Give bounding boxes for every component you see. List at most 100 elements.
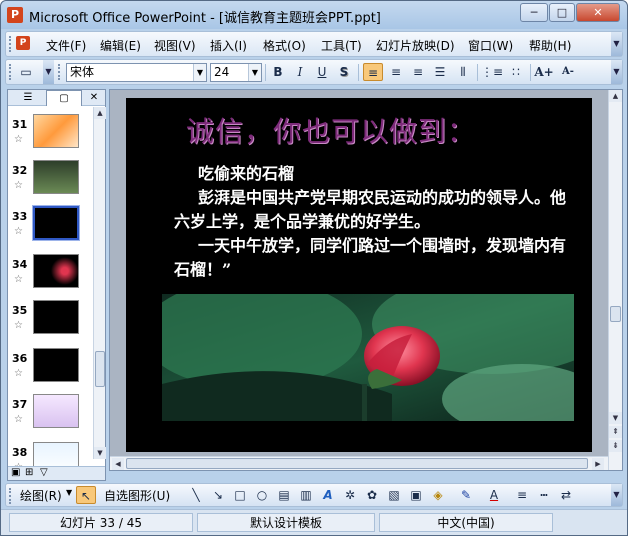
- line-style-icon[interactable]: ≡: [512, 486, 532, 504]
- slide-thumb-32[interactable]: [33, 160, 79, 194]
- slides-scroll-thumb[interactable]: [95, 351, 105, 387]
- font-size-combo[interactable]: 24 ▼: [210, 63, 262, 82]
- arrow-icon[interactable]: ↘: [208, 486, 228, 504]
- slide-thumbnail-row[interactable]: 33 ☆: [8, 205, 92, 248]
- slide-thumb-36[interactable]: [33, 348, 79, 382]
- close-button[interactable]: ✕: [576, 3, 620, 22]
- slide-thumbnail-row[interactable]: 34 ☆: [8, 254, 92, 296]
- align-right-icon[interactable]: ≡: [408, 63, 428, 81]
- font-name-combo[interactable]: 宋体 ▼: [66, 63, 207, 82]
- rectangle-icon[interactable]: □: [230, 486, 250, 504]
- editor-scroll-up-icon[interactable]: ▲: [609, 90, 622, 102]
- clipart-icon[interactable]: ✿: [362, 486, 382, 504]
- select-objects-icon[interactable]: ↖: [76, 486, 96, 504]
- slide-thumb-33[interactable]: [32, 205, 80, 241]
- slide-thumb-34[interactable]: [33, 254, 79, 288]
- slide-body[interactable]: 吃偷来的石榴 彭湃是中国共产党早期农民运动的成功的领导人。他六岁上学，是个品学兼…: [174, 162, 578, 282]
- justify-icon[interactable]: ☰: [430, 63, 450, 81]
- pane-close-button[interactable]: ✕: [86, 90, 102, 106]
- picture-icon[interactable]: ▧: [384, 486, 404, 504]
- oval-icon[interactable]: ○: [252, 486, 272, 504]
- status-design-template[interactable]: 默认设计模板: [197, 513, 375, 532]
- slide-transition-star-icon[interactable]: ☆: [14, 180, 23, 191]
- font-size-dropdown-icon[interactable]: ▼: [248, 64, 261, 81]
- slide-thumbnail-row[interactable]: 31 ☆: [8, 114, 92, 156]
- editor-scroll-thumb[interactable]: [610, 306, 621, 322]
- numbering-icon[interactable]: ⋮≡: [481, 63, 503, 81]
- font-dropdown-icon[interactable]: ▼: [193, 64, 206, 81]
- slide-thumb-31[interactable]: [33, 114, 79, 148]
- slides-pane-scrollbar[interactable]: ▲ ▼: [93, 107, 106, 459]
- textbox-icon[interactable]: ▤: [274, 486, 294, 504]
- minimize-button[interactable]: ─: [520, 3, 548, 22]
- editor-horizontal-scrollbar[interactable]: ◀ ▶: [110, 456, 608, 470]
- toolbar2-chevron-icon[interactable]: ▼: [611, 60, 622, 84]
- new-document-icon[interactable]: ▭: [16, 63, 36, 81]
- menu-slideshow[interactable]: 幻灯片放映(D): [376, 37, 455, 54]
- slide-transition-star-icon[interactable]: ☆: [14, 368, 23, 379]
- slide-thumb-37[interactable]: [33, 394, 79, 428]
- editor-hscroll-thumb[interactable]: [126, 458, 588, 469]
- fill-color-icon[interactable]: ◈: [428, 486, 448, 504]
- line-icon[interactable]: ╲: [186, 486, 206, 504]
- slides-tab[interactable]: ▢: [46, 90, 82, 106]
- menubar-grip[interactable]: [9, 36, 12, 52]
- normal-view-icon[interactable]: ▣: [11, 467, 20, 478]
- slide-sorter-icon[interactable]: ⊞: [25, 467, 33, 478]
- menu-file[interactable]: 文件(F): [46, 37, 86, 54]
- underline-button[interactable]: U: [312, 63, 332, 81]
- dash-style-icon[interactable]: ┅: [534, 486, 554, 504]
- vertical-textbox-icon[interactable]: ▥: [296, 486, 316, 504]
- next-slide-icon[interactable]: ⇟: [609, 440, 622, 452]
- slide-thumbnail-row[interactable]: 32 ☆: [8, 160, 92, 202]
- editor-vertical-scrollbar[interactable]: ▲ ▼ ⇞ ⇟: [608, 90, 622, 470]
- previous-slide-icon[interactable]: ⇞: [609, 426, 622, 438]
- draw-menu[interactable]: 绘图(R): [20, 487, 62, 504]
- font-color-icon[interactable]: A: [484, 486, 504, 504]
- current-slide[interactable]: 诚信，你也可以做到： 吃偷来的石榴 彭湃是中国共产党早期农民运动的成功的领导人。…: [126, 98, 592, 452]
- editor-scroll-left-icon[interactable]: ◀: [112, 458, 124, 470]
- slide-transition-star-icon[interactable]: ☆: [14, 226, 23, 237]
- line-color-icon[interactable]: ✎: [456, 486, 476, 504]
- bullets-icon[interactable]: ∷: [506, 63, 526, 81]
- scroll-up-icon[interactable]: ▲: [94, 107, 106, 119]
- menu-tools[interactable]: 工具(T): [321, 37, 362, 54]
- powerpoint-app-icon[interactable]: P: [7, 7, 23, 23]
- bold-button[interactable]: B: [268, 63, 288, 81]
- italic-button[interactable]: I: [290, 63, 310, 81]
- editor-scroll-down-icon[interactable]: ▼: [609, 412, 622, 424]
- align-left-icon[interactable]: ≡: [363, 63, 383, 81]
- arrow-style-icon[interactable]: ⇄: [556, 486, 576, 504]
- title-bar[interactable]: P Microsoft Office PowerPoint - [诚信教育主题班…: [1, 1, 627, 29]
- slideshow-view-icon[interactable]: ▽: [40, 467, 48, 478]
- toolbar-grip[interactable]: [9, 64, 12, 80]
- menu-format[interactable]: 格式(O): [263, 37, 306, 54]
- align-center-icon[interactable]: ≡: [386, 63, 406, 81]
- drawbar-grip[interactable]: [9, 488, 12, 504]
- status-language[interactable]: 中文(中国): [379, 513, 553, 532]
- shrink-font-button[interactable]: A-: [558, 63, 578, 81]
- insert-image-icon[interactable]: ▣: [406, 486, 426, 504]
- menu-view[interactable]: 视图(V): [154, 37, 196, 54]
- slide-transition-star-icon[interactable]: ☆: [14, 134, 23, 145]
- slide-thumbnail-row[interactable]: 36 ☆: [8, 348, 92, 390]
- grow-font-button[interactable]: A+: [534, 63, 554, 81]
- shadow-button[interactable]: S: [334, 63, 354, 81]
- slide-transition-star-icon[interactable]: ☆: [14, 320, 23, 331]
- scroll-down-icon[interactable]: ▼: [94, 447, 106, 459]
- diagram-icon[interactable]: ✲: [340, 486, 360, 504]
- menubar-chevron-icon[interactable]: ▼: [611, 32, 622, 56]
- menu-edit[interactable]: 编辑(E): [100, 37, 141, 54]
- slide-transition-star-icon[interactable]: ☆: [14, 274, 23, 285]
- document-icon[interactable]: P: [16, 36, 30, 50]
- autoshapes-menu[interactable]: 自选图形(U): [104, 487, 170, 504]
- menu-window[interactable]: 窗口(W): [468, 37, 513, 54]
- menu-help[interactable]: 帮助(H): [529, 37, 571, 54]
- toolbar2-grip[interactable]: [58, 64, 61, 80]
- distribute-icon[interactable]: ⫴: [453, 63, 473, 81]
- menu-insert[interactable]: 插入(I): [210, 37, 247, 54]
- draw-dropdown-icon[interactable]: ▼: [66, 488, 72, 497]
- editor-scroll-right-icon[interactable]: ▶: [592, 458, 604, 470]
- outline-tab[interactable]: ☰: [10, 90, 46, 106]
- wordart-icon[interactable]: A: [318, 486, 338, 504]
